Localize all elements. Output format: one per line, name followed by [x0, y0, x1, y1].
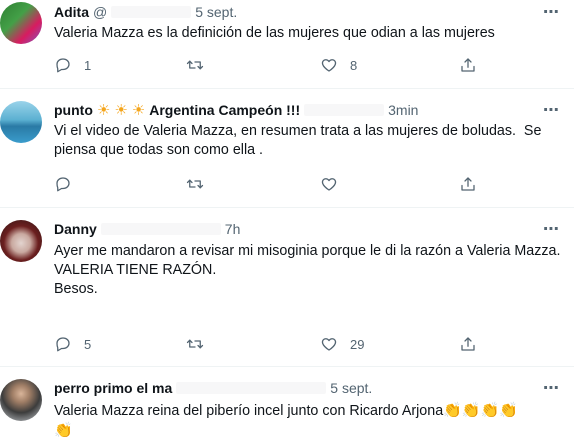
redacted-area [111, 6, 192, 18]
tweet-4[interactable]: perro primo el ma 5 sept. ⋯ Valeria Mazz… [0, 367, 574, 446]
tweet-text: Valeria Mazza es la definición de las mu… [54, 25, 495, 41]
author-name[interactable]: Adita [54, 4, 89, 20]
tweet-actions: 5 29 [54, 335, 494, 355]
heart-icon [321, 59, 337, 72]
author-name-suffix[interactable]: Argentina Campeón !!! [149, 102, 300, 118]
retweet-button[interactable] [186, 56, 216, 74]
share-button[interactable] [459, 175, 477, 193]
retweet-button[interactable] [186, 175, 216, 193]
clap-emoji: 👏 [499, 402, 518, 419]
clap-emoji: 👏 [480, 402, 500, 419]
reply-button[interactable]: 1 [54, 56, 91, 74]
more-options-button[interactable]: ⋯ [543, 219, 560, 239]
clap-emoji: 👏 [461, 402, 481, 419]
sun-emoji: ☀ [131, 102, 146, 119]
tweet-actions: 1 8 [54, 56, 494, 76]
tweet-text: Valeria Mazza reina del piberío incel ju… [54, 401, 566, 441]
share-icon [461, 177, 475, 191]
clap-emoji: 👏 [54, 422, 73, 439]
heart-icon [321, 178, 337, 191]
reply-icon [56, 177, 70, 192]
author-name[interactable]: perro primo el ma [54, 380, 172, 396]
share-icon [461, 58, 475, 72]
more-options-button[interactable]: ⋯ [543, 2, 560, 22]
like-button[interactable]: 8 [320, 56, 357, 74]
reply-icon [56, 58, 70, 73]
author-handle[interactable]: @ [93, 4, 107, 20]
share-icon [461, 337, 475, 351]
like-button[interactable]: 29 [320, 335, 364, 353]
timestamp[interactable]: 5 sept. [330, 380, 372, 396]
tweet-3[interactable]: Danny 7h ⋯ Ayer me mandaron a revisar mi… [0, 208, 574, 366]
tweet-2[interactable]: punto ☀ ☀ ☀ Argentina Campeón !!! 3min ⋯… [0, 89, 574, 207]
share-button[interactable] [459, 56, 477, 74]
like-count: 8 [350, 57, 358, 73]
author-name[interactable]: Danny [54, 221, 97, 237]
share-button[interactable] [459, 335, 477, 353]
redacted-area [176, 382, 327, 394]
author-name[interactable]: punto [54, 102, 93, 118]
sun-emoji: ☀ [114, 102, 128, 119]
reply-button[interactable]: 5 [54, 335, 91, 353]
retweet-icon [186, 339, 204, 349]
retweet-button[interactable] [186, 335, 216, 353]
more-options-button[interactable]: ⋯ [543, 378, 560, 398]
like-count: 29 [350, 336, 365, 352]
reply-icon [56, 337, 70, 352]
avatar[interactable] [0, 101, 42, 143]
tweet-text: Vi el video de Valeria Mazza, en resumen… [54, 123, 546, 158]
avatar[interactable] [0, 2, 42, 44]
tweet-text-content: Valeria Mazza reina del piberío incel ju… [54, 403, 444, 419]
reply-count: 1 [84, 57, 92, 73]
sun-emoji: ☀ [96, 102, 111, 119]
redacted-area [304, 104, 385, 116]
clap-emoji: 👏 [443, 402, 462, 419]
tweet-actions [54, 175, 494, 195]
avatar[interactable] [0, 220, 42, 262]
avatar[interactable] [0, 379, 42, 421]
timestamp[interactable]: 3min [388, 102, 418, 118]
retweet-icon [186, 60, 204, 70]
retweet-icon [186, 179, 204, 189]
tweet-1[interactable]: Adita @ 5 sept. ⋯ Valeria Mazza es la de… [0, 0, 574, 88]
like-button[interactable] [320, 175, 350, 193]
tweet-text: Ayer me mandaron a revisar mi misoginia … [54, 243, 561, 297]
reply-count: 5 [84, 336, 92, 352]
reply-button[interactable] [54, 175, 84, 193]
timestamp[interactable]: 5 sept. [195, 4, 237, 20]
more-options-button[interactable]: ⋯ [543, 100, 560, 120]
redacted-area [100, 223, 221, 235]
timestamp[interactable]: 7h [225, 221, 241, 237]
heart-icon [321, 338, 337, 351]
